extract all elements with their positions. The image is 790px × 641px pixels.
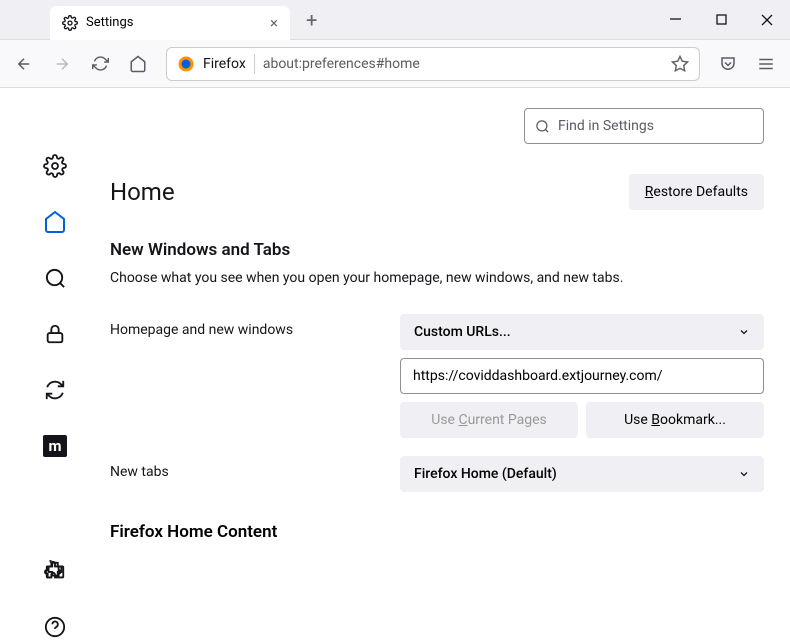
newtabs-mode-select[interactable]: Firefox Home (Default) (400, 456, 764, 492)
back-button[interactable] (8, 48, 40, 80)
nav-more-icon[interactable]: m (41, 432, 69, 460)
minimize-button[interactable] (652, 0, 698, 40)
homepage-url-input[interactable] (400, 358, 764, 394)
nav-search-icon[interactable] (41, 264, 69, 292)
nav-general-icon[interactable] (41, 152, 69, 180)
firefox-logo-icon (177, 55, 195, 73)
window-controls (652, 0, 790, 40)
settings-main: Find in Settings Home Restore Defaults N… (110, 88, 790, 641)
section-new-windows-desc: Choose what you see when you open your h… (110, 270, 764, 286)
search-icon (535, 119, 550, 134)
browser-tab[interactable]: Settings × (50, 6, 290, 40)
nav-sync-icon[interactable] (41, 376, 69, 404)
reload-button[interactable] (84, 48, 116, 80)
use-current-pages-button[interactable]: Use Current Pages (400, 402, 578, 438)
forward-button (46, 48, 78, 80)
restore-defaults-button[interactable]: Restore Defaults (629, 174, 764, 210)
newtabs-label: New tabs (110, 456, 400, 480)
nav-extensions-icon[interactable] (41, 557, 69, 585)
toolbar: Firefox about:preferences#home (0, 40, 790, 88)
page-title: Home (110, 178, 175, 206)
content-area: m Find in Settings Home Restore Defaults… (0, 88, 790, 641)
maximize-button[interactable] (698, 0, 744, 40)
new-tab-button[interactable]: + (298, 8, 325, 32)
find-settings-placeholder: Find in Settings (558, 118, 654, 134)
save-pocket-button[interactable] (712, 48, 744, 80)
nav-home-icon[interactable] (41, 208, 69, 236)
homepage-mode-select[interactable]: Custom URLs... (400, 314, 764, 350)
settings-sidebar: m (0, 88, 110, 641)
use-bookmark-button[interactable]: Use Bookmark... (586, 402, 764, 438)
url-text: about:preferences#home (263, 56, 663, 72)
url-identity-label: Firefox (203, 56, 246, 72)
gear-icon (62, 15, 78, 31)
chevron-down-icon (738, 468, 750, 480)
url-bar[interactable]: Firefox about:preferences#home (166, 47, 700, 81)
close-tab-icon[interactable]: × (270, 14, 278, 32)
menu-button[interactable] (750, 48, 782, 80)
home-button[interactable] (122, 48, 154, 80)
section-home-content-title: Firefox Home Content (110, 522, 764, 542)
homepage-mode-value: Custom URLs... (414, 324, 511, 340)
tab-title: Settings (86, 15, 133, 30)
nav-help-icon[interactable] (41, 613, 69, 641)
find-settings-input[interactable]: Find in Settings (524, 108, 764, 144)
section-new-windows-title: New Windows and Tabs (110, 240, 764, 260)
homepage-label: Homepage and new windows (110, 314, 400, 338)
newtabs-mode-value: Firefox Home (Default) (414, 466, 557, 482)
url-separator (254, 54, 255, 74)
nav-privacy-icon[interactable] (41, 320, 69, 348)
titlebar: Settings × + (0, 0, 790, 40)
close-window-button[interactable] (744, 0, 790, 40)
bookmark-star-icon[interactable] (671, 55, 689, 73)
chevron-down-icon (738, 326, 750, 338)
